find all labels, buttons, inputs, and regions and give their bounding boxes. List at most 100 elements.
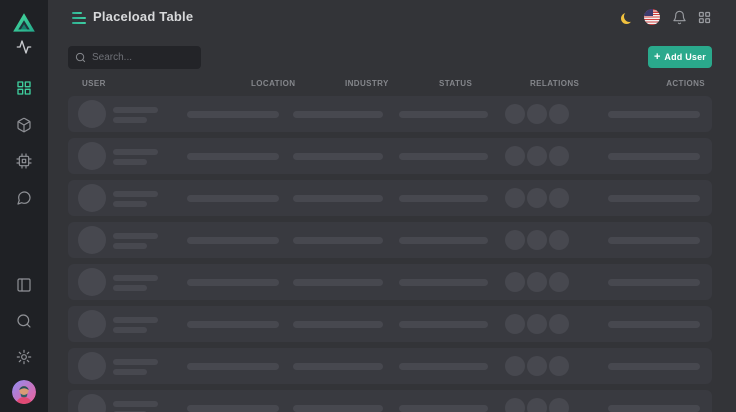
table-header-row: USER LOCATION INDUSTRY STATUS RELATIONS … <box>0 79 736 91</box>
actions-placeholder <box>608 153 700 160</box>
column-header-relations: RELATIONS <box>530 79 579 88</box>
actions-placeholder <box>608 279 700 286</box>
actions-placeholder <box>608 321 700 328</box>
column-header-location: LOCATION <box>251 79 295 88</box>
location-placeholder <box>187 405 279 412</box>
search-icon <box>75 52 86 63</box>
cpu-icon <box>16 153 32 169</box>
sidebar-item-packages[interactable] <box>0 109 48 141</box>
app-window: Placeload Table + Add User USER LOCATION… <box>0 0 736 412</box>
apps-grid-icon <box>697 10 712 25</box>
location-placeholder <box>187 237 279 244</box>
panel-icon <box>16 277 32 293</box>
relations-placeholder <box>505 356 569 376</box>
user-subtitle-placeholder <box>113 369 147 375</box>
notifications-button[interactable] <box>670 8 688 26</box>
industry-placeholder <box>293 111 383 118</box>
industry-placeholder <box>293 363 383 370</box>
industry-placeholder <box>293 153 383 160</box>
column-header-status: STATUS <box>439 79 472 88</box>
user-subtitle-placeholder <box>113 243 147 249</box>
table-row-placeholder <box>68 180 712 216</box>
user-subtitle-placeholder <box>113 327 147 333</box>
dark-mode-toggle[interactable] <box>618 8 636 26</box>
menu-toggle-icon[interactable] <box>72 12 86 24</box>
user-name-placeholder <box>113 233 158 239</box>
actions-placeholder <box>608 111 700 118</box>
sidebar-item-search[interactable] <box>0 305 48 337</box>
search-box[interactable] <box>68 46 201 69</box>
avatar-placeholder <box>78 352 106 380</box>
table-row-placeholder <box>68 96 712 132</box>
add-user-button[interactable]: + Add User <box>648 46 712 68</box>
column-header-user: USER <box>82 79 106 88</box>
avatar-image <box>12 380 36 404</box>
relations-placeholder <box>505 314 569 334</box>
sidebar-item-messages[interactable] <box>0 182 48 214</box>
user-subtitle-placeholder <box>113 117 147 123</box>
user-name-placeholder <box>113 275 158 281</box>
user-subtitle-placeholder <box>113 201 147 207</box>
avatar-placeholder <box>78 226 106 254</box>
relations-placeholder <box>505 272 569 292</box>
language-selector[interactable] <box>643 8 661 26</box>
status-placeholder <box>399 405 488 412</box>
user-name-placeholder <box>113 107 158 113</box>
location-placeholder <box>187 363 279 370</box>
avatar-placeholder <box>78 142 106 170</box>
sidebar-item-components[interactable] <box>0 145 48 177</box>
relations-placeholder <box>505 230 569 250</box>
add-user-label: Add User <box>664 52 706 62</box>
actions-placeholder <box>608 405 700 412</box>
table-row-placeholder <box>68 138 712 174</box>
search-input[interactable] <box>92 52 194 63</box>
actions-placeholder <box>608 195 700 202</box>
avatar-placeholder <box>78 268 106 296</box>
industry-placeholder <box>293 279 383 286</box>
column-header-actions: ACTIONS <box>666 79 705 88</box>
industry-placeholder <box>293 405 383 412</box>
user-subtitle-placeholder <box>113 159 147 165</box>
industry-placeholder <box>293 237 383 244</box>
apps-menu-button[interactable] <box>695 8 713 26</box>
relations-placeholder <box>505 398 569 412</box>
status-placeholder <box>399 321 488 328</box>
avatar-placeholder <box>78 310 106 338</box>
search-icon <box>16 313 32 329</box>
table-row-placeholder <box>68 390 712 412</box>
location-placeholder <box>187 153 279 160</box>
user-name-placeholder <box>113 359 158 365</box>
user-avatar[interactable] <box>12 380 36 404</box>
sidebar-item-activity[interactable] <box>0 31 48 63</box>
status-placeholder <box>399 195 488 202</box>
column-header-industry: INDUSTRY <box>345 79 389 88</box>
location-placeholder <box>187 321 279 328</box>
relations-placeholder <box>505 188 569 208</box>
moon-icon <box>624 11 635 22</box>
industry-placeholder <box>293 321 383 328</box>
actions-placeholder <box>608 237 700 244</box>
location-placeholder <box>187 279 279 286</box>
table-body <box>68 96 712 412</box>
status-placeholder <box>399 237 488 244</box>
page-title: Placeload Table <box>93 9 193 24</box>
status-placeholder <box>399 111 488 118</box>
relations-placeholder <box>505 104 569 124</box>
table-row-placeholder <box>68 222 712 258</box>
user-name-placeholder <box>113 317 158 323</box>
status-placeholder <box>399 153 488 160</box>
icon-sidebar <box>0 0 48 412</box>
status-placeholder <box>399 279 488 286</box>
table-row-placeholder <box>68 306 712 342</box>
table-row-placeholder <box>68 264 712 300</box>
us-flag-icon <box>644 9 660 25</box>
user-name-placeholder <box>113 191 158 197</box>
sidebar-item-panels[interactable] <box>0 269 48 301</box>
user-name-placeholder <box>113 401 158 407</box>
table-row-placeholder <box>68 348 712 384</box>
user-name-placeholder <box>113 149 158 155</box>
bell-icon <box>672 10 687 25</box>
industry-placeholder <box>293 195 383 202</box>
sidebar-item-settings[interactable] <box>0 341 48 373</box>
actions-placeholder <box>608 363 700 370</box>
